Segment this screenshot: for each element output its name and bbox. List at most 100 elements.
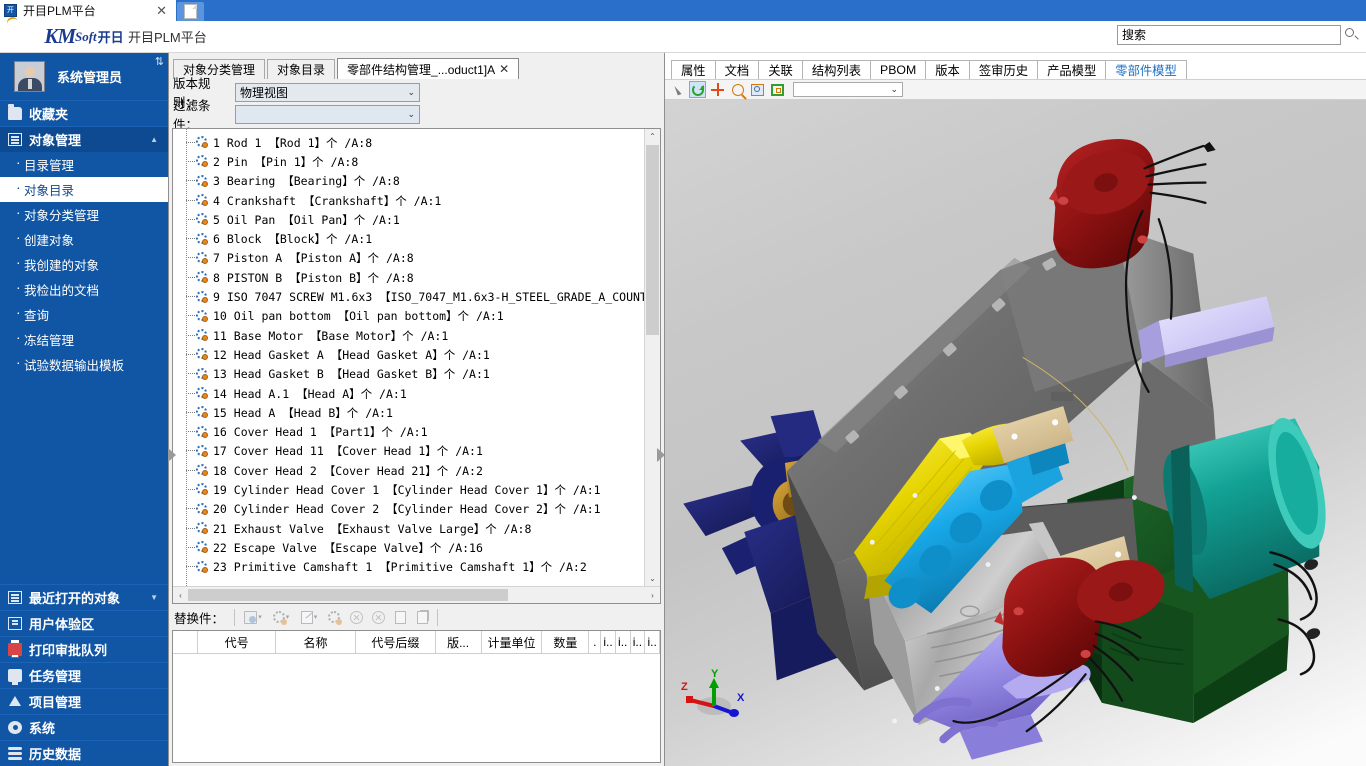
tree-row[interactable]: 4 Crankshaft 【Crankshaft】个 /A:1: [173, 191, 660, 210]
right-tab-8[interactable]: 零部件模型: [1105, 60, 1187, 79]
sidebar-item-3[interactable]: 创建对象: [0, 227, 168, 252]
search-input[interactable]: [1117, 25, 1341, 45]
tree-row[interactable]: 23 Primitive Camshaft 1 【Primitive Camsh…: [173, 558, 660, 577]
scroll-thumb[interactable]: [646, 145, 659, 335]
sidebar-item-8[interactable]: 试验数据输出模板: [0, 352, 168, 377]
fit-view-tool[interactable]: [769, 81, 786, 98]
pin-icon[interactable]: ⇅: [155, 55, 164, 68]
search-box[interactable]: [1117, 25, 1360, 45]
sidebar-group-bottom-4[interactable]: 项目管理: [0, 688, 168, 714]
tree-row[interactable]: 17 Cover Head 11 【Cover Head 1】个 /A:1: [173, 442, 660, 461]
close-icon[interactable]: ✕: [153, 4, 170, 17]
tree-row[interactable]: 10 Oil pan bottom 【Oil pan bottom】个 /A:1: [173, 307, 660, 326]
chevron-down-icon[interactable]: ▾: [314, 613, 318, 621]
tree-vertical-scrollbar[interactable]: ⌃ ⌄: [644, 129, 660, 586]
grid-column-header-2[interactable]: 名称: [276, 631, 356, 653]
scroll-right-button[interactable]: ›: [645, 591, 660, 600]
grid-column-header-8[interactable]: i..: [601, 631, 616, 653]
right-tab-4[interactable]: PBOM: [870, 60, 926, 79]
tree-row[interactable]: 18 Cover Head 2 【Cover Head 21】个 /A:2: [173, 461, 660, 480]
pan-tool[interactable]: [709, 81, 726, 98]
sidebar-item-7[interactable]: 冻结管理: [0, 327, 168, 352]
tree-row[interactable]: 8 PISTON B 【Piston B】个 /A:8: [173, 268, 660, 287]
tree-row[interactable]: 2 Pin 【Pin 1】个 /A:8: [173, 152, 660, 171]
chevron-down-icon[interactable]: ▼: [150, 593, 158, 602]
user-block[interactable]: 系统管理员: [0, 53, 168, 100]
remove-button[interactable]: [346, 607, 366, 627]
hscroll-thumb[interactable]: [188, 589, 508, 601]
filter-select-1[interactable]: ⌄: [235, 105, 420, 124]
grid-column-header-3[interactable]: 代号后缀: [356, 631, 435, 653]
zoom-window-tool[interactable]: [749, 81, 766, 98]
copy-button[interactable]: [390, 607, 410, 627]
tree-row[interactable]: 6 Block 【Block】个 /A:1: [173, 229, 660, 248]
sidebar-group-bottom-2[interactable]: 打印审批队列: [0, 636, 168, 662]
right-tab-6[interactable]: 签审历史: [969, 60, 1038, 79]
grid-column-header-11[interactable]: i..: [645, 631, 660, 653]
scroll-down-button[interactable]: ⌄: [645, 571, 660, 586]
filter-select-0[interactable]: 物理视图⌄: [235, 83, 420, 102]
sidebar-item-5[interactable]: 我检出的文档: [0, 277, 168, 302]
tree-row[interactable]: 13 Head Gasket B 【Head Gasket B】个 /A:1: [173, 365, 660, 384]
zoom-tool[interactable]: [729, 81, 746, 98]
scroll-up-button[interactable]: ⌃: [645, 129, 660, 144]
center-tab-2[interactable]: 零部件结构管理_...oduct1]A✕: [337, 58, 519, 79]
chevron-down-icon[interactable]: ▾: [258, 613, 262, 621]
add-part-button[interactable]: ▾: [240, 607, 266, 627]
tree-row[interactable]: 7 Piston A 【Piston A】个 /A:8: [173, 249, 660, 268]
right-tab-0[interactable]: 属性: [671, 60, 716, 79]
tree-row[interactable]: 19 Cylinder Head Cover 1 【Cylinder Head …: [173, 480, 660, 499]
tree-row[interactable]: 5 Oil Pan 【Oil Pan】个 /A:1: [173, 210, 660, 229]
sidebar-group-bottom-6[interactable]: 历史数据: [0, 740, 168, 766]
tree-row[interactable]: 3 Bearing 【Bearing】个 /A:8: [173, 172, 660, 191]
sidebar-group-bottom-1[interactable]: 用户体验区: [0, 610, 168, 636]
tree-row[interactable]: 15 Head A 【Head B】个 /A:1: [173, 403, 660, 422]
hscroll-track[interactable]: [188, 588, 645, 602]
sidebar-group-top-1[interactable]: 对象管理▲: [0, 126, 168, 152]
model-viewport[interactable]: Z Y X: [665, 100, 1366, 766]
delete-button[interactable]: [368, 607, 388, 627]
tree-row[interactable]: 22 Escape Valve 【Escape Valve】个 /A:16: [173, 538, 660, 557]
sidebar-item-1[interactable]: 对象目录: [0, 177, 168, 202]
close-icon[interactable]: ✕: [499, 62, 509, 76]
center-tab-1[interactable]: 对象目录: [267, 59, 335, 79]
rotate-tool[interactable]: [689, 81, 706, 98]
sidebar-item-6[interactable]: 查询: [0, 302, 168, 327]
viewer-preset-select[interactable]: ⌄: [793, 82, 903, 97]
tree-row[interactable]: 12 Head Gasket A 【Head Gasket A】个 /A:1: [173, 345, 660, 364]
tree-scroll-area[interactable]: 1 Rod 1 【Rod 1】个 /A:82 Pin 【Pin 1】个 /A:8…: [173, 129, 660, 586]
sidebar-item-4[interactable]: 我创建的对象: [0, 252, 168, 277]
replace-part-button[interactable]: ▾: [268, 607, 294, 627]
search-icon[interactable]: [1344, 27, 1360, 43]
sidebar-collapse-handle[interactable]: [168, 448, 176, 462]
grid-column-header-5[interactable]: 计量单位: [482, 631, 543, 653]
sidebar-group-bottom-0[interactable]: 最近打开的对象▼: [0, 584, 168, 610]
tree-row[interactable]: 21 Exhaust Valve 【Exhaust Valve Large】个 …: [173, 519, 660, 538]
parts-grid-body[interactable]: [173, 654, 660, 762]
sidebar-group-top-0[interactable]: 收藏夹: [0, 100, 168, 126]
right-tab-5[interactable]: 版本: [925, 60, 970, 79]
engine-3d-model[interactable]: [665, 100, 1366, 766]
sidebar-item-0[interactable]: 目录管理: [0, 152, 168, 177]
center-collapse-handle[interactable]: [657, 448, 665, 462]
edit-part-button[interactable]: ▾: [296, 607, 322, 627]
tree-row[interactable]: 9 ISO 7047 SCREW M1.6x3 【ISO_7047_M1.6x3…: [173, 287, 660, 306]
sidebar-group-bottom-3[interactable]: 任务管理: [0, 662, 168, 688]
chevron-down-icon[interactable]: ⌄: [407, 109, 415, 120]
tree-row[interactable]: 1 Rod 1 【Rod 1】个 /A:8: [173, 133, 660, 152]
grid-column-header-6[interactable]: 数量: [542, 631, 589, 653]
grid-column-header-7[interactable]: .: [589, 631, 601, 653]
new-tab-button[interactable]: [177, 2, 204, 21]
gear-config-button[interactable]: [324, 607, 344, 627]
tree-row[interactable]: 16 Cover Head 1 【Part1】个 /A:1: [173, 422, 660, 441]
scroll-left-button[interactable]: ‹: [173, 591, 188, 600]
right-tab-7[interactable]: 产品模型: [1037, 60, 1106, 79]
right-tab-2[interactable]: 关联: [758, 60, 803, 79]
chevron-up-icon[interactable]: ▲: [150, 135, 158, 144]
grid-column-header-4[interactable]: 版...: [436, 631, 482, 653]
paste-button[interactable]: [412, 607, 432, 627]
right-tab-1[interactable]: 文档: [715, 60, 760, 79]
tree-horizontal-scrollbar[interactable]: ‹ ›: [173, 586, 660, 603]
sidebar-item-2[interactable]: 对象分类管理: [0, 202, 168, 227]
select-tool[interactable]: [669, 81, 686, 98]
